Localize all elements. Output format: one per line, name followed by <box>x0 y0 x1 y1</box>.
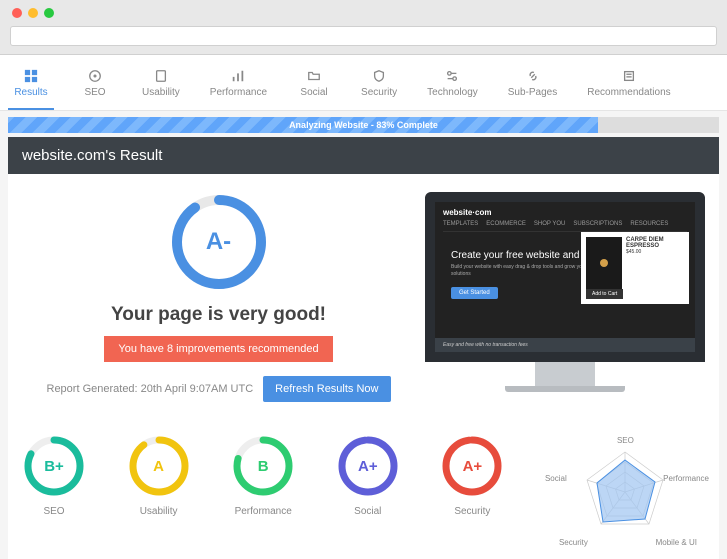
monitor-stand <box>535 362 595 386</box>
folder-icon <box>307 69 321 83</box>
scores-row: B+ SEO A Usability B Performance A+ Soci… <box>8 420 719 559</box>
overall-grade: A- <box>169 192 269 292</box>
report-timestamp: Report Generated: 20th April 9:07AM UTC <box>47 383 254 395</box>
tab-subpages[interactable]: Sub-Pages <box>502 65 563 110</box>
tab-label: Technology <box>427 87 478 98</box>
preview-nav-item: SHOP YOU <box>534 221 565 227</box>
grid-icon <box>24 69 38 83</box>
score-seo: B+ SEO <box>22 434 86 517</box>
preview-nav-item: SUBSCRIPTIONS <box>573 221 622 227</box>
score-usability: A Usability <box>127 434 191 517</box>
score-label: Security <box>454 506 490 517</box>
radar-axis-security: Security <box>559 538 588 547</box>
progress-text: Analyzing Website - 83% Complete <box>8 117 719 133</box>
progress-bar: Analyzing Website - 83% Complete <box>8 117 719 133</box>
nav-tabs: Results SEO Usability Performance Social… <box>0 55 727 111</box>
score-performance: B Performance <box>231 434 295 517</box>
link-icon <box>526 69 540 83</box>
preview-nav: TEMPLATES ECOMMERCE SHOP YOU SUBSCRIPTIO… <box>443 217 687 232</box>
score-security: A+ Security <box>440 434 504 517</box>
maximize-dot[interactable] <box>44 8 54 18</box>
score-grade: B+ <box>22 434 86 498</box>
radar-axis-social: Social <box>545 474 567 483</box>
page-title: website.com's Result <box>22 147 162 164</box>
preview-footer: Easy and free with no transaction fees <box>435 338 695 352</box>
site-preview: website·com TEMPLATES ECOMMERCE SHOP YOU… <box>425 192 705 392</box>
close-dot[interactable] <box>12 8 22 18</box>
preview-nav-item: TEMPLATES <box>443 221 478 227</box>
headline: Your page is very good! <box>111 304 326 326</box>
preview-nav-item: RESOURCES <box>630 221 668 227</box>
tab-label: Sub-Pages <box>508 87 557 98</box>
tab-social[interactable]: Social <box>291 65 337 110</box>
preview-nav-item: ECOMMERCE <box>486 221 526 227</box>
overview-panel: A- Your page is very good! You have 8 im… <box>8 174 719 420</box>
preview-cta: Get Started <box>451 287 498 299</box>
target-icon <box>88 69 102 83</box>
score-social: A+ Social <box>336 434 400 517</box>
list-icon <box>622 69 636 83</box>
devices-icon <box>154 69 168 83</box>
tab-performance[interactable]: Performance <box>204 65 273 110</box>
report-meta-row: Report Generated: 20th April 9:07AM UTC … <box>47 376 391 402</box>
radar-axis-seo: SEO <box>617 436 634 445</box>
bars-icon <box>231 69 245 83</box>
overall-grade-ring: A- <box>169 192 269 292</box>
preview-product-card: CARPE DIEM ESPRESSO $45.00 Add to Cart <box>581 232 689 304</box>
score-label: Social <box>354 506 381 517</box>
monitor-base <box>505 386 625 392</box>
cog-icon <box>445 69 459 83</box>
tab-technology[interactable]: Technology <box>421 65 484 110</box>
preview-brand: website·com <box>443 208 687 217</box>
refresh-button[interactable]: Refresh Results Now <box>263 376 390 402</box>
tab-label: Performance <box>210 87 267 98</box>
tab-label: SEO <box>84 87 105 98</box>
radar-axis-mobile: Mobile & UI <box>656 538 697 547</box>
preview-screen: website·com TEMPLATES ECOMMERCE SHOP YOU… <box>425 192 705 362</box>
shield-icon <box>372 69 386 83</box>
tab-label: Results <box>14 87 47 98</box>
tab-label: Social <box>300 87 327 98</box>
url-bar[interactable] <box>10 26 717 46</box>
score-label: Usability <box>140 506 178 517</box>
tab-label: Security <box>361 87 397 98</box>
result-header: website.com's Result <box>8 137 719 174</box>
tab-label: Usability <box>142 87 180 98</box>
tab-security[interactable]: Security <box>355 65 403 110</box>
score-grade: B <box>231 434 295 498</box>
radar-chart: SEO Performance Mobile & UI Security Soc… <box>545 434 705 549</box>
radar-axis-performance: Performance <box>663 474 709 483</box>
score-label: SEO <box>43 506 64 517</box>
score-label: Performance <box>235 506 292 517</box>
score-grade: A <box>127 434 191 498</box>
tab-usability[interactable]: Usability <box>136 65 186 110</box>
window-controls <box>0 0 727 26</box>
improvements-badge: You have 8 improvements recommended <box>104 336 332 362</box>
tab-label: Recommendations <box>587 87 670 98</box>
tab-seo[interactable]: SEO <box>72 65 118 110</box>
minimize-dot[interactable] <box>28 8 38 18</box>
browser-chrome <box>0 0 727 55</box>
score-grade: A+ <box>336 434 400 498</box>
overview-left: A- Your page is very good! You have 8 im… <box>22 192 415 402</box>
score-grade: A+ <box>440 434 504 498</box>
tab-recommendations[interactable]: Recommendations <box>581 65 676 110</box>
tab-results[interactable]: Results <box>8 65 54 110</box>
content-area: Analyzing Website - 83% Complete website… <box>0 111 727 559</box>
